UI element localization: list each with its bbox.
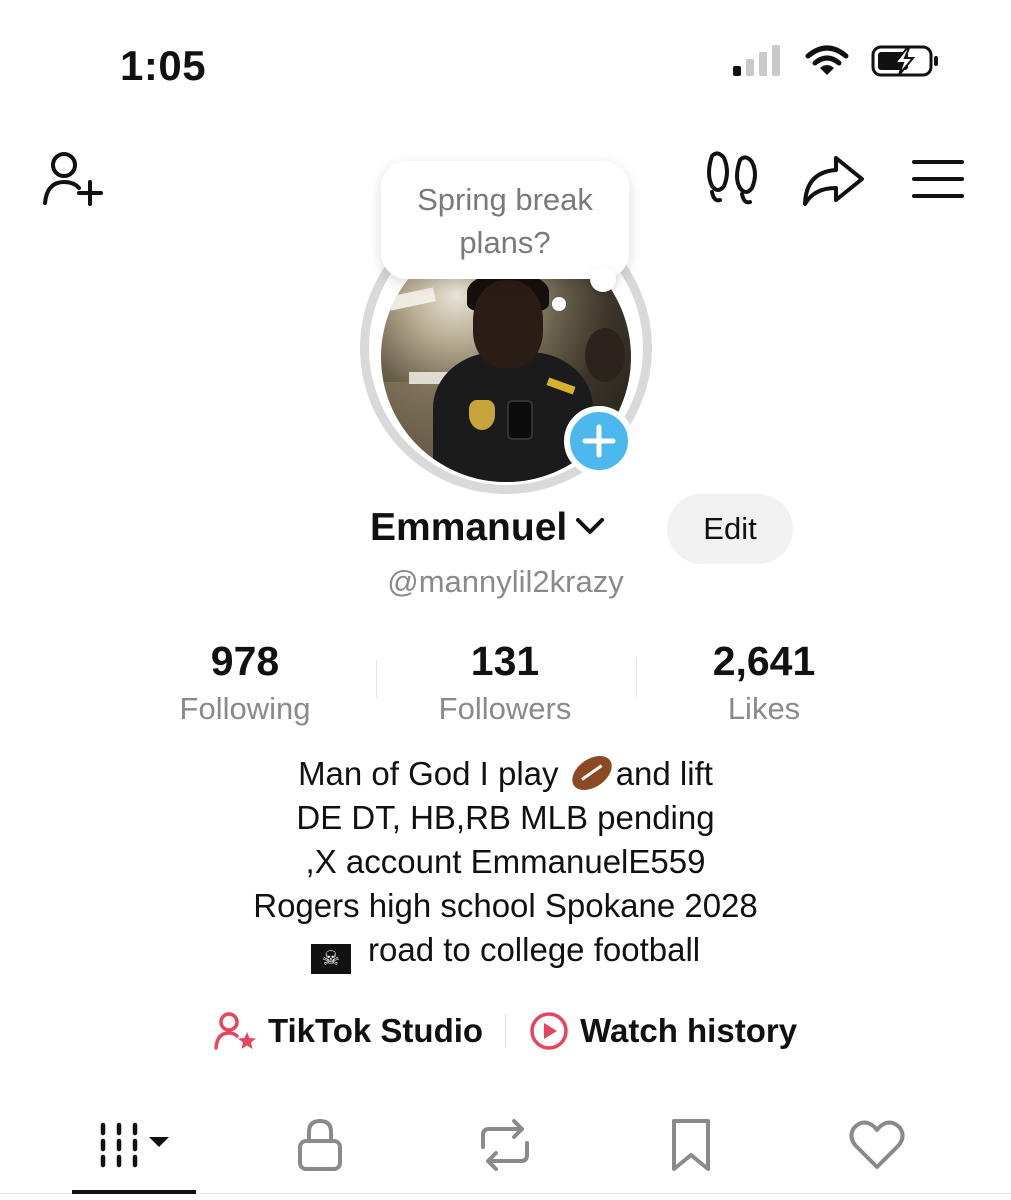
tab-reposts[interactable] — [440, 1110, 570, 1180]
following-count: 978 — [210, 638, 280, 684]
links-divider — [505, 1014, 507, 1048]
stat-likes[interactable]: 2,641 Likes — [654, 636, 874, 730]
bio-line-5-text: road to college football — [358, 931, 701, 968]
lock-icon — [298, 1118, 342, 1171]
bio-line-2: DE DT, HB,RB MLB pending — [296, 799, 715, 836]
repost-icon — [481, 1119, 529, 1171]
football-emoji-icon — [565, 748, 618, 798]
bio-line-1: Man of God I play and lift — [0, 748, 1011, 798]
menu-icon[interactable] — [910, 156, 966, 202]
bio-line-5: ☠ road to college football — [0, 928, 1011, 974]
bio: Man of God I play and lift DE DT, HB,RB … — [0, 748, 1011, 974]
bio-line-3: ,X account EmmanuelE559 — [305, 843, 706, 880]
signal-icon — [731, 44, 783, 83]
pirate-flag-emoji-icon: ☠ — [310, 944, 351, 974]
display-name-row[interactable]: Emmanuel — [370, 506, 605, 550]
profile-links: TikTok Studio Watch history — [0, 1010, 1011, 1052]
chevron-down-icon — [575, 515, 605, 542]
followers-count: 131 — [470, 638, 540, 684]
watch-history-label: Watch history — [580, 1012, 798, 1049]
stat-divider — [376, 660, 377, 698]
bio-line-1-text: Man of God I play — [298, 755, 568, 792]
stat-following[interactable]: 978 Following — [135, 636, 355, 730]
tab-private[interactable] — [255, 1110, 385, 1180]
likes-label: Likes — [727, 691, 801, 726]
status-time: 1:05 — [120, 42, 207, 89]
wifi-icon — [805, 44, 849, 83]
profile-screen: 1:05 Spring break plans? Emmanuel Edit @… — [0, 0, 1011, 1200]
tiktok-studio-label: TikTok Studio — [267, 1012, 484, 1049]
tab-saved[interactable] — [626, 1110, 756, 1180]
display-name: Emmanuel — [370, 506, 568, 549]
stat-followers[interactable]: 131 Followers — [395, 636, 615, 730]
stat-divider — [636, 660, 637, 698]
note-bubble[interactable]: Spring break plans? — [381, 161, 629, 279]
bio-line-1-text-end: and lift — [615, 755, 713, 792]
play-circle-icon — [530, 1012, 568, 1050]
tab-videos[interactable] — [70, 1110, 200, 1180]
watch-history-link[interactable]: Watch history — [528, 1010, 797, 1052]
note-text-line1: Spring break — [417, 182, 593, 217]
likes-count: 2,641 — [712, 638, 816, 684]
following-label: Following — [179, 691, 311, 726]
plus-icon — [582, 424, 616, 458]
add-friend-icon[interactable] — [40, 148, 106, 208]
tab-liked[interactable] — [812, 1110, 942, 1180]
heart-icon — [849, 1120, 905, 1169]
note-text-line2: plans? — [459, 225, 551, 260]
active-tab-indicator — [72, 1190, 196, 1194]
bookmark-icon — [672, 1119, 710, 1171]
battery-charging-icon — [871, 44, 941, 83]
note-bubble-tail-dot — [552, 297, 566, 311]
username: @mannylil2krazy — [387, 564, 624, 599]
profile-tabs — [0, 1110, 1011, 1200]
studio-person-star-icon — [214, 1012, 256, 1050]
status-icons — [731, 44, 941, 83]
grid-icon — [100, 1122, 169, 1168]
note-bubble-tail — [590, 266, 616, 292]
edit-profile-button[interactable]: Edit — [667, 494, 793, 564]
share-icon[interactable] — [800, 152, 866, 208]
bio-line-4: Rogers high school Spokane 2028 — [253, 887, 758, 924]
add-story-button[interactable] — [564, 406, 634, 476]
followers-label: Followers — [438, 691, 572, 726]
tiktok-studio-link[interactable]: TikTok Studio — [214, 1011, 483, 1051]
footprints-icon[interactable] — [704, 150, 760, 208]
